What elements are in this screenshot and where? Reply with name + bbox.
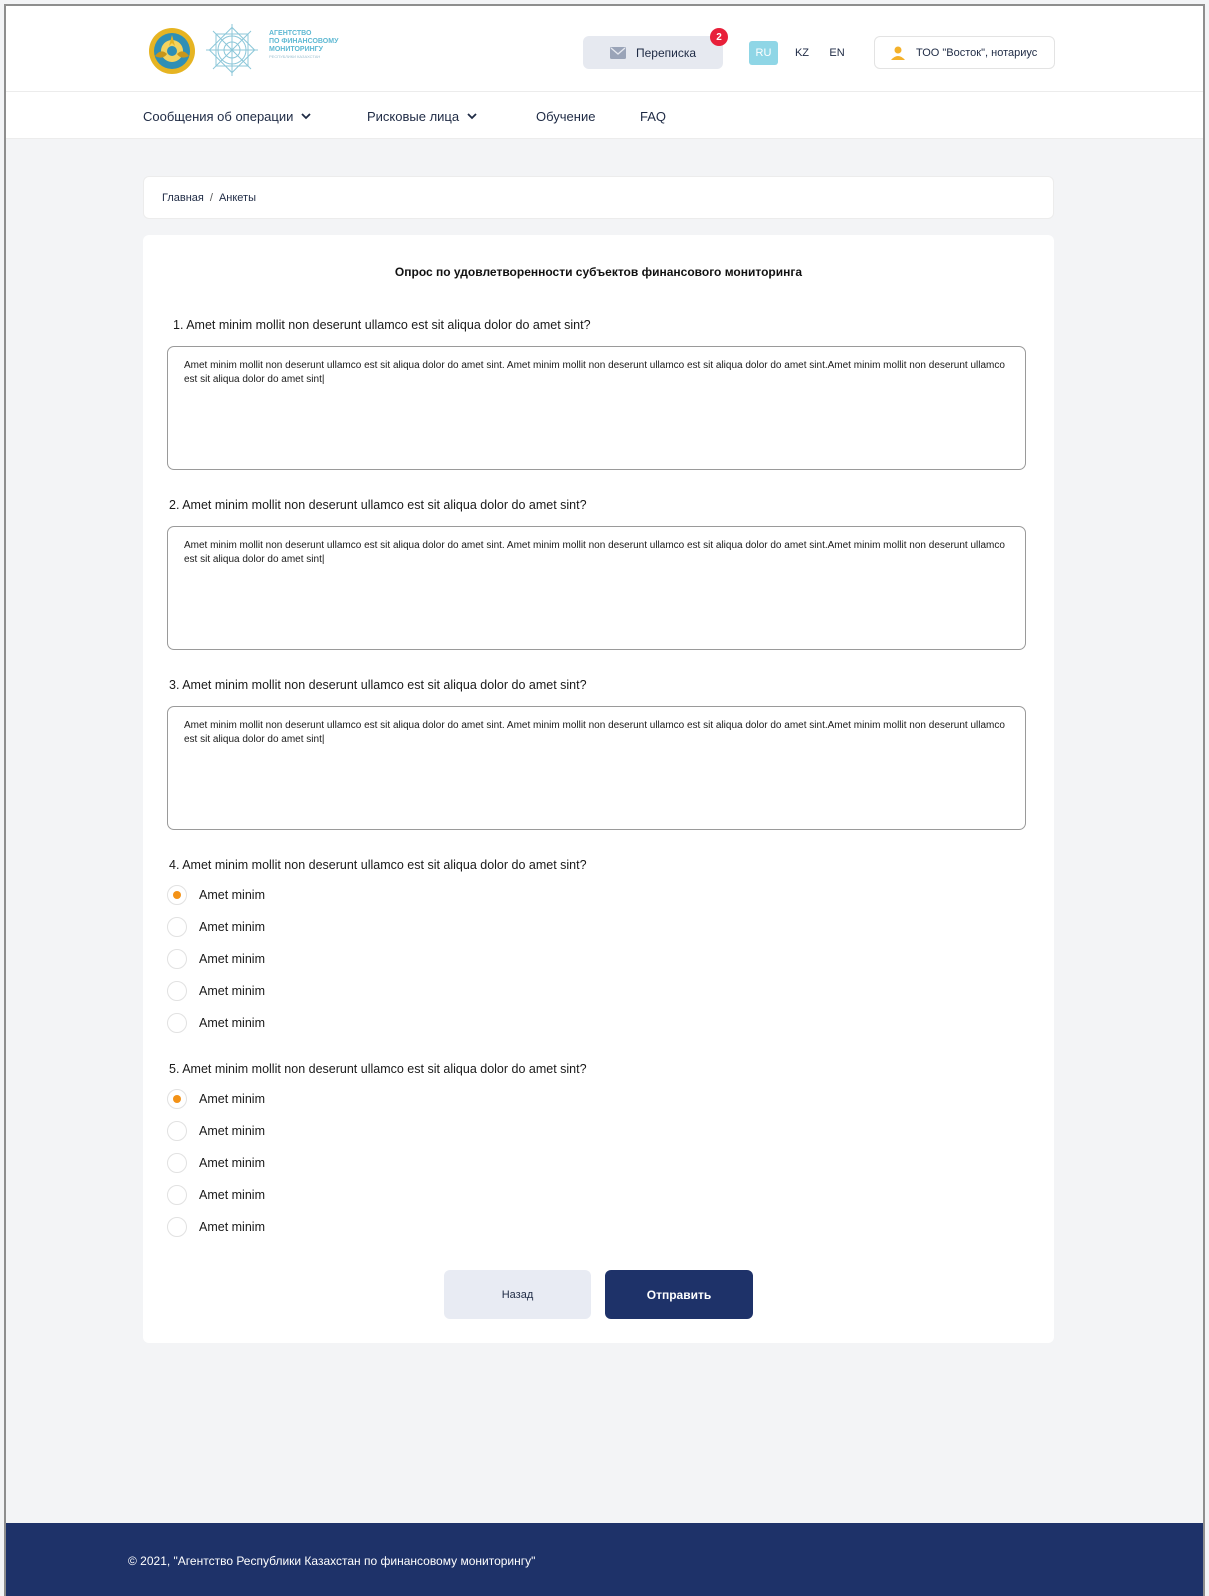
option-label: Amet minim — [199, 1188, 265, 1202]
chevron-down-icon — [467, 113, 477, 120]
messages-count-badge: 2 — [710, 28, 728, 46]
lang-en[interactable]: EN — [826, 41, 848, 65]
lang-kz[interactable]: KZ — [791, 41, 813, 65]
main-nav: Сообщения об операции Рисковые лица Обуч… — [6, 92, 1203, 139]
nav-item-label: Рисковые лица — [367, 109, 460, 124]
radio-button[interactable] — [167, 1013, 187, 1033]
breadcrumb-home-link[interactable]: Главная — [162, 192, 204, 204]
question-5-option-5[interactable]: Amet minim — [167, 1216, 265, 1238]
question-2-label: 2. Amet minim mollit non deserunt ullamc… — [169, 498, 587, 512]
nav-item-operation-reports[interactable]: Сообщения об операции — [143, 109, 312, 124]
question-3-label: 3. Amet minim mollit non deserunt ullamc… — [169, 678, 587, 692]
question-1-answer-field[interactable] — [167, 346, 1026, 470]
question-5-label: 5. Amet minim mollit non deserunt ullamc… — [169, 1062, 587, 1076]
submit-button[interactable]: Отправить — [605, 1270, 753, 1319]
nav-item-label: FAQ — [640, 109, 667, 124]
question-1-label: 1. Amet minim mollit non deserunt ullamc… — [173, 318, 591, 332]
survey-card: Опрос по удовлетворенности субъектов фин… — [143, 235, 1054, 1343]
footer-copyright: © 2021, "Агентство Республики Казахстан … — [128, 1553, 536, 1568]
question-4-option-5[interactable]: Amet minim — [167, 1012, 265, 1034]
footer: © 2021, "Агентство Республики Казахстан … — [6, 1523, 1203, 1596]
user-account-button[interactable]: ТОО "Восток", нотариус — [874, 36, 1055, 69]
option-label: Amet minim — [199, 1220, 265, 1234]
question-5-option-4[interactable]: Amet minim — [167, 1184, 265, 1206]
option-label: Amet minim — [199, 1092, 265, 1106]
option-label: Amet minim — [199, 1016, 265, 1030]
radio-button[interactable] — [167, 885, 187, 905]
top-header: Агентство по финансовому мониторингу Рес… — [6, 6, 1203, 92]
radio-button[interactable] — [167, 981, 187, 1001]
page-frame: Агентство по финансовому мониторингу Рес… — [4, 4, 1205, 1596]
question-5-option-3[interactable]: Amet minim — [167, 1152, 265, 1174]
nav-item-training[interactable]: Обучение — [536, 109, 595, 124]
survey-title: Опрос по удовлетворенности субъектов фин… — [394, 265, 803, 279]
radio-button[interactable] — [167, 1089, 187, 1109]
question-5-option-2[interactable]: Amet minim — [167, 1120, 265, 1142]
question-4-label: 4. Amet minim mollit non deserunt ullamc… — [169, 858, 587, 872]
nav-item-faq[interactable]: FAQ — [640, 109, 666, 124]
breadcrumb-current: Анкеты — [218, 191, 256, 204]
nav-item-label: Обучение — [536, 109, 596, 124]
messages-label: Переписка — [635, 45, 697, 60]
question-4-option-3[interactable]: Amet minim — [167, 948, 265, 970]
lang-ru[interactable]: RU — [749, 41, 778, 65]
state-emblem-icon — [149, 28, 195, 74]
radio-button[interactable] — [167, 1185, 187, 1205]
envelope-icon — [609, 46, 626, 59]
question-4-option-2[interactable]: Amet minim — [167, 916, 265, 938]
breadcrumb: Главная / Анкеты — [143, 176, 1054, 219]
back-button[interactable]: Назад — [444, 1270, 591, 1319]
agency-name-line-2: по финансовому — [269, 38, 339, 45]
user-label: ТОО "Восток", нотариус — [916, 46, 1038, 59]
question-5-option-1[interactable]: Amet minim — [167, 1088, 265, 1110]
agency-name: Агентство по финансовому мониторингу Рес… — [269, 30, 379, 60]
chevron-down-icon — [301, 113, 312, 120]
agency-logo-icon — [206, 24, 258, 76]
question-2-answer-field[interactable] — [167, 526, 1026, 650]
option-label: Amet minim — [199, 920, 265, 934]
radio-button[interactable] — [167, 1121, 187, 1141]
agency-name-line-3: мониторингу — [269, 46, 323, 53]
agency-name-line-1: Агентство — [269, 30, 312, 37]
question-3-answer-field[interactable] — [167, 706, 1026, 830]
option-label: Amet minim — [199, 1124, 265, 1138]
radio-button[interactable] — [167, 917, 187, 937]
user-icon — [891, 46, 905, 60]
option-label: Amet minim — [199, 888, 265, 902]
option-label: Amet minim — [199, 1156, 265, 1170]
nav-item-risk-persons[interactable]: Рисковые лица — [367, 109, 477, 124]
option-label: Amet minim — [199, 984, 265, 998]
breadcrumb-separator: / — [209, 191, 213, 204]
question-4-option-4[interactable]: Amet minim — [167, 980, 265, 1002]
question-4-option-1[interactable]: Amet minim — [167, 884, 265, 906]
radio-button[interactable] — [167, 1217, 187, 1237]
option-label: Amet minim — [199, 952, 265, 966]
messages-button[interactable]: Переписка — [583, 36, 723, 69]
agency-subtitle: Республики Казахстан — [269, 54, 321, 59]
radio-button[interactable] — [167, 949, 187, 969]
nav-item-label: Сообщения об операции — [143, 109, 294, 124]
radio-button[interactable] — [167, 1153, 187, 1173]
